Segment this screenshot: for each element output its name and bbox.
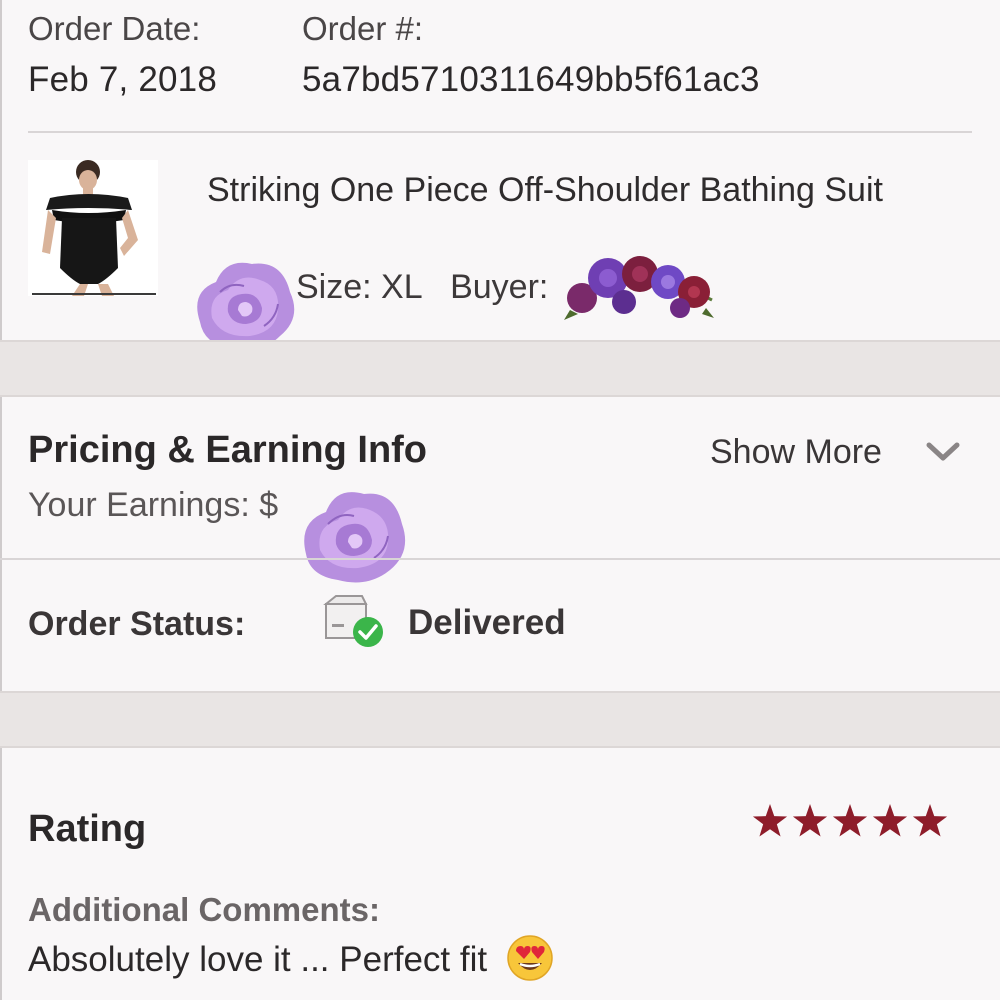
- show-more-button[interactable]: Show More: [710, 433, 882, 472]
- left-edge-divider: [0, 0, 2, 1000]
- rose-sticker-2: [304, 492, 406, 583]
- order-date-label: Order Date:: [28, 10, 201, 47]
- item-meta: Size: XL Buyer:: [296, 268, 566, 307]
- order-status-value: Delivered: [408, 603, 566, 642]
- star-icon: [832, 804, 868, 837]
- order-status-label: Order Status:: [28, 605, 246, 643]
- item-thumbnail[interactable]: [28, 160, 158, 296]
- pricing-divider: [0, 558, 1000, 560]
- order-date-value: Feb 7, 2018: [28, 60, 218, 99]
- earnings-label: Your Earnings: $: [28, 486, 279, 524]
- comment-text: Absolutely love it ... Perfect fit: [28, 940, 488, 979]
- star-icon: [872, 804, 908, 837]
- swimsuit-image: [28, 160, 158, 296]
- package-delivered-icon: [323, 595, 383, 647]
- thumbnail-underline: [32, 293, 156, 295]
- additional-comments-label: Additional Comments:: [28, 891, 380, 928]
- order-number-label: Order #:: [302, 10, 424, 47]
- rating-stars: [752, 804, 948, 837]
- header-divider: [28, 131, 972, 133]
- section-separator-1: [0, 340, 1000, 397]
- item-title[interactable]: Striking One Piece Off-Shoulder Bathing …: [207, 165, 947, 216]
- star-icon: [752, 804, 788, 837]
- heart-eyes-emoji: [507, 935, 553, 981]
- rose-sticker: [197, 262, 295, 351]
- star-icon: [912, 804, 948, 837]
- flower-crown-sticker: [564, 256, 714, 320]
- rating-title: Rating: [28, 808, 147, 850]
- star-icon: [792, 804, 828, 837]
- order-number-value: 5a7bd5710311649bb5f61ac3: [302, 60, 760, 99]
- chevron-down-icon[interactable]: [925, 437, 961, 467]
- order-details-page: Order Date: Feb 7, 2018 Order #: 5a7bd57…: [0, 0, 1000, 1000]
- pricing-title: Pricing & Earning Info: [28, 429, 428, 471]
- section-separator-2: [0, 691, 1000, 748]
- item-size: Size: XL: [296, 268, 423, 306]
- buyer-label: Buyer:: [450, 268, 549, 306]
- comment-text-row: Absolutely love it ... Perfect fit: [28, 935, 555, 983]
